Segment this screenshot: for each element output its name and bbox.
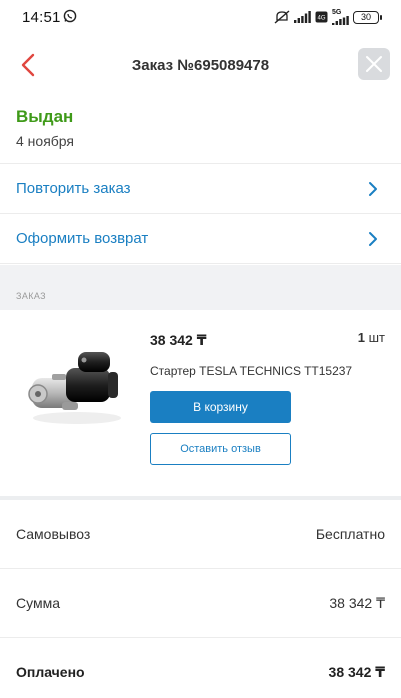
add-to-cart-button[interactable]: В корзину bbox=[150, 391, 291, 423]
summary-label: Сумма bbox=[16, 595, 60, 611]
summary-row-paid: Оплачено 38 342 ₸ bbox=[0, 638, 401, 698]
order-status-block: Выдан 4 ноября bbox=[0, 96, 401, 164]
product-name[interactable]: Стартер TESLA TECHNICS TT15237 bbox=[150, 364, 352, 378]
svg-text:4G: 4G bbox=[317, 16, 325, 22]
signal-icon bbox=[294, 11, 311, 23]
quantity-unit: шт bbox=[368, 330, 385, 345]
order-status-date: 4 ноября bbox=[16, 133, 75, 149]
quantity-number: 1 bbox=[357, 330, 365, 345]
repeat-order-row[interactable]: Повторить заказ bbox=[0, 164, 401, 214]
product-image[interactable] bbox=[22, 330, 132, 430]
return-order-label: Оформить возврат bbox=[16, 230, 149, 247]
repeat-order-label: Повторить заказ bbox=[16, 180, 131, 197]
summary-label: Самовывоз bbox=[16, 526, 91, 542]
battery-icon: 30 bbox=[353, 10, 382, 24]
product-quantity: 1 шт bbox=[358, 330, 385, 345]
signal-icon-2 bbox=[332, 16, 349, 25]
order-section-header: ЗАКАЗ bbox=[0, 265, 401, 310]
product-card: 38 342 ₸ 1 шт Стартер TESLA TECHNICS TT1… bbox=[0, 310, 401, 496]
chevron-right-icon bbox=[368, 181, 378, 202]
app-header: Заказ №695089478 bbox=[0, 40, 401, 92]
summary-value: 38 342 ₸ bbox=[328, 664, 385, 680]
summary-row-delivery: Самовывоз Бесплатно bbox=[0, 500, 401, 569]
network-type-label: 5G bbox=[332, 9, 342, 16]
order-status-title: Выдан bbox=[16, 107, 74, 126]
leave-review-button[interactable]: Оставить отзыв bbox=[150, 433, 291, 465]
summary-value: 38 342 ₸ bbox=[329, 595, 385, 611]
chevron-right-icon bbox=[368, 231, 378, 252]
whatsapp-icon bbox=[63, 9, 77, 23]
starter-image bbox=[28, 352, 121, 424]
volte-icon: 4G bbox=[315, 11, 328, 23]
status-icons: 4G 5G 30 bbox=[274, 9, 382, 25]
mute-icon bbox=[274, 10, 290, 24]
summary-row-total: Сумма 38 342 ₸ bbox=[0, 569, 401, 638]
summary-label: Оплачено bbox=[16, 664, 85, 680]
page-title: Заказ №695089478 bbox=[131, 57, 270, 74]
close-icon bbox=[366, 56, 382, 72]
status-bar: 14:51 4G 5G 30 bbox=[0, 0, 401, 34]
product-price: 38 342 ₸ bbox=[150, 332, 207, 348]
summary-value: Бесплатно bbox=[315, 526, 385, 542]
return-order-row[interactable]: Оформить возврат bbox=[0, 214, 401, 264]
section-caption: ЗАКАЗ bbox=[16, 291, 47, 301]
status-time: 14:51 bbox=[22, 9, 61, 26]
close-button[interactable] bbox=[358, 48, 390, 80]
